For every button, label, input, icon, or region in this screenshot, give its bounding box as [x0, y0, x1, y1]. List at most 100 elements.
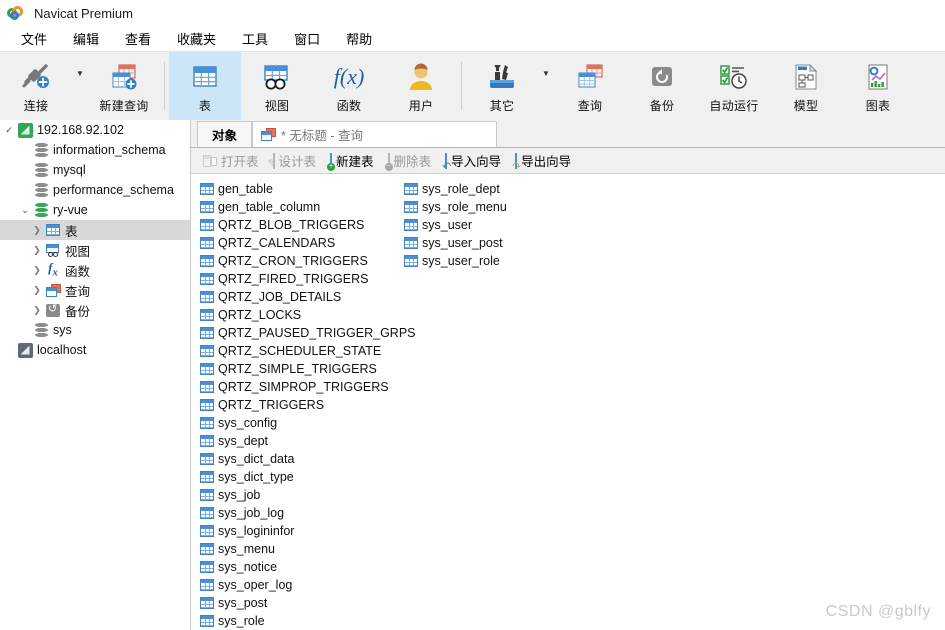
export-wizard-button[interactable]: ↷ 导出向导	[509, 150, 577, 172]
table-list-item[interactable]: QRTZ_BLOB_TRIGGERS	[197, 216, 419, 234]
tree-node-views[interactable]: ❯ 视图	[0, 240, 190, 260]
chevron-right-icon[interactable]: ❯	[30, 245, 44, 256]
chevron-right-icon[interactable]: ❯	[30, 305, 44, 316]
table-list-item[interactable]: sys_user_post	[401, 234, 510, 252]
table-list-item[interactable]: sys_oper_log	[197, 576, 419, 594]
chevron-down-icon[interactable]: ✓	[2, 125, 16, 136]
table-list-item[interactable]: QRTZ_CRON_TRIGGERS	[197, 252, 419, 270]
table-list-item[interactable]: QRTZ_FIRED_TRIGGERS	[197, 270, 419, 288]
menu-item-help[interactable]: 帮助	[333, 26, 385, 51]
table-grid-icon	[200, 399, 214, 411]
menu-item-view[interactable]: 查看	[112, 26, 164, 51]
menu-item-tools[interactable]: 工具	[229, 26, 281, 51]
tree-node-queries[interactable]: ❯ 查询	[0, 280, 190, 300]
toolbar-button-user[interactable]: 用户	[385, 52, 457, 120]
toolbar-label-new-query: 新建查询	[99, 99, 149, 113]
toolbar-label-user: 用户	[408, 99, 434, 113]
table-list-item[interactable]: gen_table_column	[197, 198, 419, 216]
toolbar-button-chart[interactable]: 图表	[842, 52, 914, 120]
tree-node-functions[interactable]: ❯ fx 函数	[0, 260, 190, 280]
table-list-item[interactable]: sys_role	[197, 612, 419, 630]
table-list-item[interactable]: sys_user_role	[401, 252, 510, 270]
table-grid-icon	[200, 525, 214, 537]
table-list-item[interactable]: gen_table	[197, 180, 419, 198]
tree-node-connection-192-168-92-102[interactable]: ✓ 192.168.92.102	[0, 120, 190, 140]
tree-node-backups[interactable]: ❯ 备份	[0, 300, 190, 320]
table-grid-icon	[404, 201, 418, 213]
chevron-right-icon[interactable]: ❯	[30, 265, 44, 276]
table-list-item[interactable]: sys_role_menu	[401, 198, 510, 216]
table-list-item[interactable]: QRTZ_TRIGGERS	[197, 396, 419, 414]
table-list-item-label: QRTZ_PAUSED_TRIGGER_GRPS	[218, 326, 416, 340]
new-table-label: 新建表	[336, 155, 374, 169]
toolbar-button-query[interactable]: 查询	[554, 52, 626, 120]
table-grid-icon	[200, 201, 214, 213]
table-list-item[interactable]: sys_role_dept	[401, 180, 510, 198]
content-pane: 对象 * 无标题 - 查询 打开表 ✎ 设计表 + 新建表 − 删除表 ↶ 导入…	[191, 120, 945, 630]
table-list-item[interactable]: QRTZ_LOCKS	[197, 306, 419, 324]
table-list-item[interactable]: sys_user	[401, 216, 510, 234]
new-table-button[interactable]: + 新建表	[324, 150, 380, 172]
import-wizard-button[interactable]: ↶ 导入向导	[439, 150, 507, 172]
design-table-button[interactable]: 设计表	[267, 150, 323, 172]
menu-bar: 文件 编辑 查看 收藏夹 工具 窗口 帮助	[0, 26, 945, 51]
chevron-right-icon[interactable]: ❯	[30, 285, 44, 296]
table-list-item[interactable]: sys_config	[197, 414, 419, 432]
toolbar-label-table: 表	[198, 99, 212, 113]
toolbar-button-other[interactable]: 其它	[466, 52, 538, 120]
table-grid-icon	[404, 219, 418, 231]
toolbar-button-table[interactable]: 表	[169, 52, 241, 120]
chevron-down-icon[interactable]: ⌄	[18, 205, 32, 216]
tree-node-performance-schema[interactable]: performance_schema	[0, 180, 190, 200]
new-table-icon: +	[327, 152, 336, 171]
tab-objects[interactable]: 对象	[197, 121, 253, 147]
table-list-item[interactable]: sys_post	[197, 594, 419, 612]
toolbar-button-new-query[interactable]: 新建查询	[88, 52, 160, 120]
table-list-item[interactable]: sys_dict_data	[197, 450, 419, 468]
table-list-area[interactable]: gen_table gen_table_column QRTZ_BLOB_TRIGG…	[191, 176, 945, 630]
menu-item-file[interactable]: 文件	[8, 26, 60, 51]
toolbar-button-model[interactable]: 模型	[770, 52, 842, 120]
menu-item-window[interactable]: 窗口	[281, 26, 333, 51]
tree-node-sys[interactable]: sys	[0, 320, 190, 340]
toolbar-button-connection[interactable]: 连接	[0, 52, 72, 120]
tree-node-information-schema[interactable]: information_schema	[0, 140, 190, 160]
chevron-right-icon[interactable]: ❯	[30, 225, 44, 236]
other-dropdown-caret-icon[interactable]: ▼	[538, 52, 554, 120]
database-icon	[32, 162, 50, 178]
tree-node-connection-localhost[interactable]: localhost	[0, 340, 190, 360]
table-list-item[interactable]: QRTZ_SIMPLE_TRIGGERS	[197, 360, 419, 378]
table-list-item[interactable]: sys_dict_type	[197, 468, 419, 486]
table-list-item-label: sys_post	[218, 596, 268, 610]
toolbar-button-view[interactable]: 视图	[241, 52, 313, 120]
tab-untitled-query[interactable]: * 无标题 - 查询	[252, 121, 498, 147]
table-list-item[interactable]: sys_job_log	[197, 504, 419, 522]
tree-node-tables[interactable]: ❯ 表	[0, 220, 190, 240]
toolbar-button-backup[interactable]: 备份	[626, 52, 698, 120]
open-table-button[interactable]: 打开表	[197, 150, 265, 172]
table-list-item-label: QRTZ_FIRED_TRIGGERS	[218, 272, 369, 286]
tree-node-ry-vue[interactable]: ⌄ ry-vue	[0, 200, 190, 220]
table-list-item[interactable]: sys_logininfor	[197, 522, 419, 540]
delete-table-button[interactable]: − 删除表	[382, 150, 438, 172]
svg-text:f(x): f(x)	[334, 64, 365, 89]
table-list-item[interactable]: sys_dept	[197, 432, 419, 450]
table-list-item[interactable]: sys_job	[197, 486, 419, 504]
table-list-item[interactable]: QRTZ_SCHEDULER_STATE	[197, 342, 419, 360]
table-list-item[interactable]: QRTZ_PAUSED_TRIGGER_GRPS	[197, 324, 419, 342]
table-list-item[interactable]: QRTZ_CALENDARS	[197, 234, 419, 252]
connection-tree-sidebar[interactable]: ✓ 192.168.92.102 information_schema mysq…	[0, 120, 191, 630]
table-list-item[interactable]: sys_notice	[197, 558, 419, 576]
toolbar-label-view: 视图	[264, 99, 290, 113]
menu-item-favorites[interactable]: 收藏夹	[164, 26, 229, 51]
table-list-item[interactable]: QRTZ_SIMPROP_TRIGGERS	[197, 378, 419, 396]
table-list-item[interactable]: QRTZ_JOB_DETAILS	[197, 288, 419, 306]
watermark-text: CSDN @gblfy	[825, 603, 931, 620]
tree-node-mysql[interactable]: mysql	[0, 160, 190, 180]
toolbar-button-function[interactable]: f(x) 函数	[313, 52, 385, 120]
toolbar-button-automation[interactable]: 自动运行	[698, 52, 770, 120]
menu-item-edit[interactable]: 编辑	[60, 26, 112, 51]
table-list-item-label: gen_table	[218, 182, 273, 196]
connection-dropdown-caret-icon[interactable]: ▼	[72, 52, 88, 120]
table-list-item[interactable]: sys_menu	[197, 540, 419, 558]
